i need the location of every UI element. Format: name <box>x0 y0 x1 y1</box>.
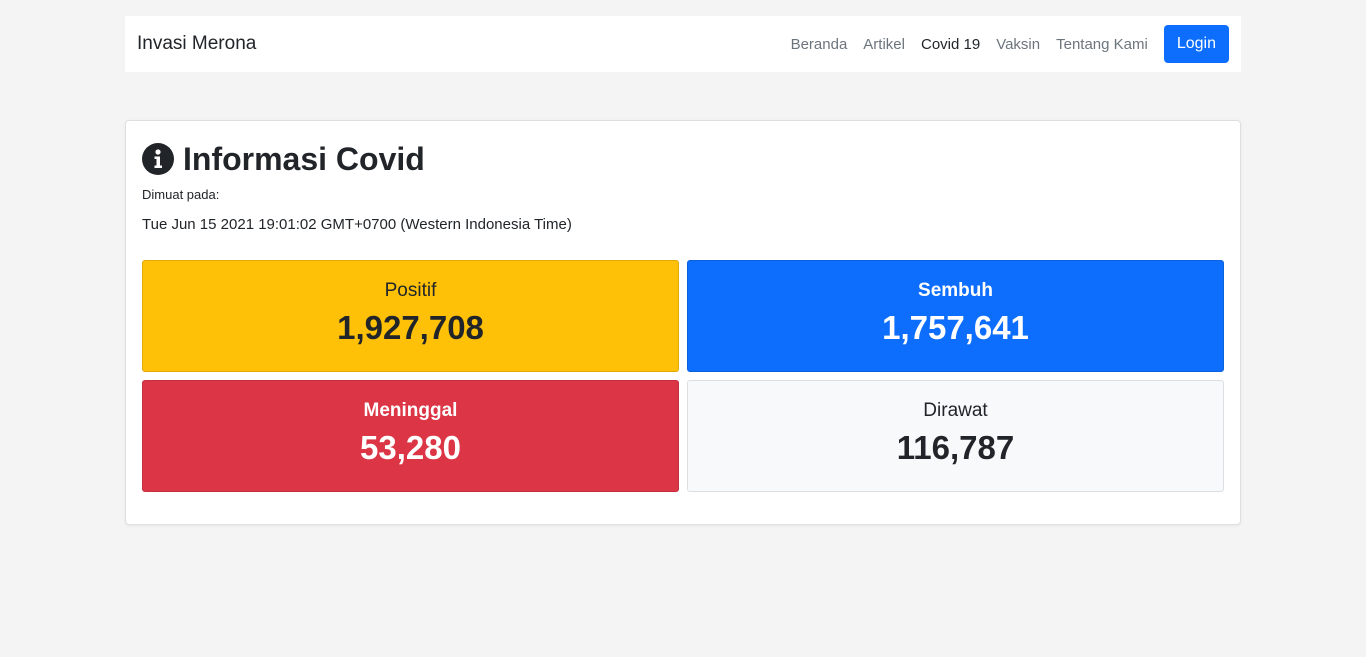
stat-value-positif: 1,927,708 <box>337 309 484 346</box>
stat-value-sembuh: 1,757,641 <box>882 309 1029 346</box>
loaded-at-label: Dimuat pada: <box>142 187 220 202</box>
stat-box-meninggal: Meninggal 53,280 <box>142 380 679 492</box>
stat-value-dirawat: 116,787 <box>896 429 1015 466</box>
login-button[interactable]: Login <box>1163 25 1229 63</box>
navbar: Invasi Merona Beranda Artikel Covid 19 V… <box>125 16 1241 72</box>
info-circle-icon <box>142 143 174 175</box>
covid-info-card: Informasi Covid Dimuat pada: Tue Jun 15 … <box>125 120 1241 525</box>
nav-link-tentang-kami[interactable]: Tentang Kami <box>1056 36 1148 53</box>
nav-link-artikel[interactable]: Artikel <box>863 36 905 53</box>
loaded-timestamp: Tue Jun 15 2021 19:01:02 GMT+0700 (Weste… <box>142 216 572 233</box>
nav-links: Beranda Artikel Covid 19 Vaksin Tentang … <box>791 25 1229 63</box>
nav-link-beranda[interactable]: Beranda <box>791 36 848 53</box>
nav-link-covid-19[interactable]: Covid 19 <box>921 36 980 53</box>
stat-box-dirawat: Dirawat 116,787 <box>687 380 1224 492</box>
brand-logo[interactable]: Invasi Merona <box>137 33 256 55</box>
stat-value-meninggal: 53,280 <box>360 429 461 466</box>
nav-link-vaksin[interactable]: Vaksin <box>996 36 1040 53</box>
stat-box-positif: Positif 1,927,708 <box>142 260 679 372</box>
stat-label-positif: Positif <box>384 280 437 301</box>
stat-label-meninggal: Meninggal <box>363 400 458 421</box>
stat-label-sembuh: Sembuh <box>918 280 993 301</box>
card-title-row: Informasi Covid <box>142 140 425 178</box>
stat-box-sembuh: Sembuh 1,757,641 <box>687 260 1224 372</box>
stat-label-dirawat: Dirawat <box>923 400 988 421</box>
page-title: Informasi Covid <box>183 141 425 177</box>
